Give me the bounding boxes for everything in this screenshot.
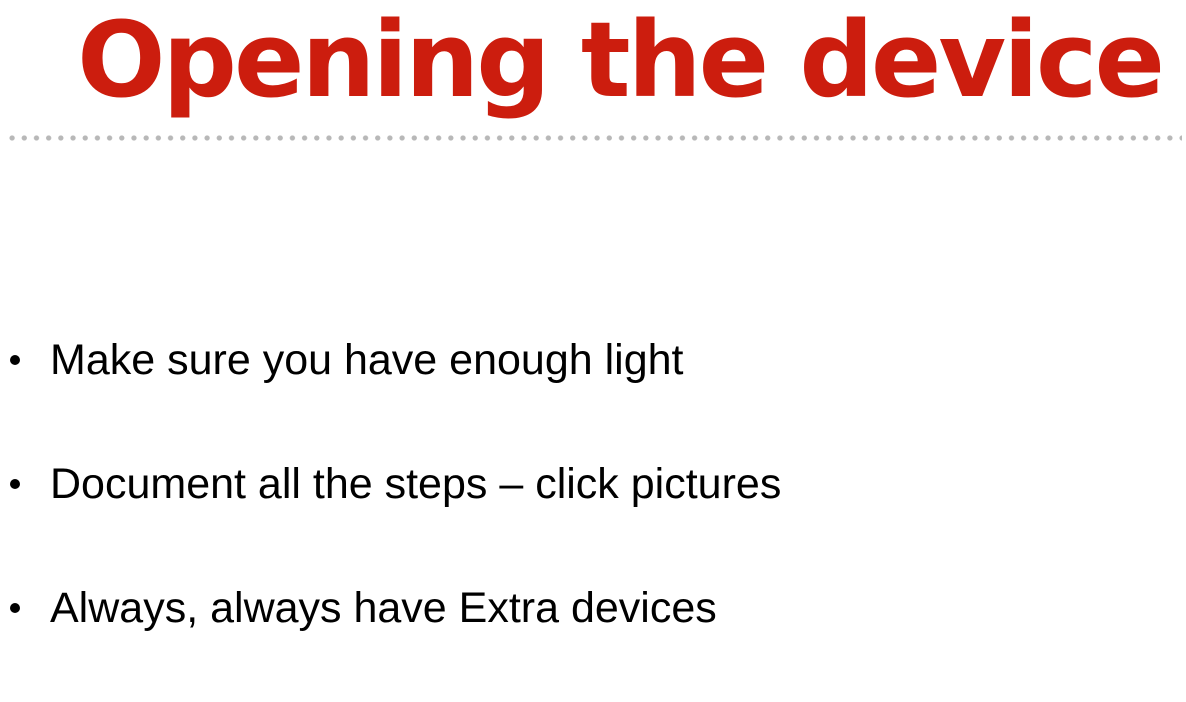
slide-title: Opening the device	[77, 0, 1165, 121]
bullet-dot-icon	[10, 603, 20, 613]
bullet-dot-icon	[10, 479, 20, 489]
bullet-text: Always, always have Extra devices	[50, 584, 717, 632]
bullet-text: Make sure you have enough light	[50, 336, 684, 384]
bullet-text: Document all the steps – click pictures	[50, 460, 782, 508]
dotted-divider	[6, 134, 1182, 142]
bullet-dot-icon	[10, 355, 20, 365]
